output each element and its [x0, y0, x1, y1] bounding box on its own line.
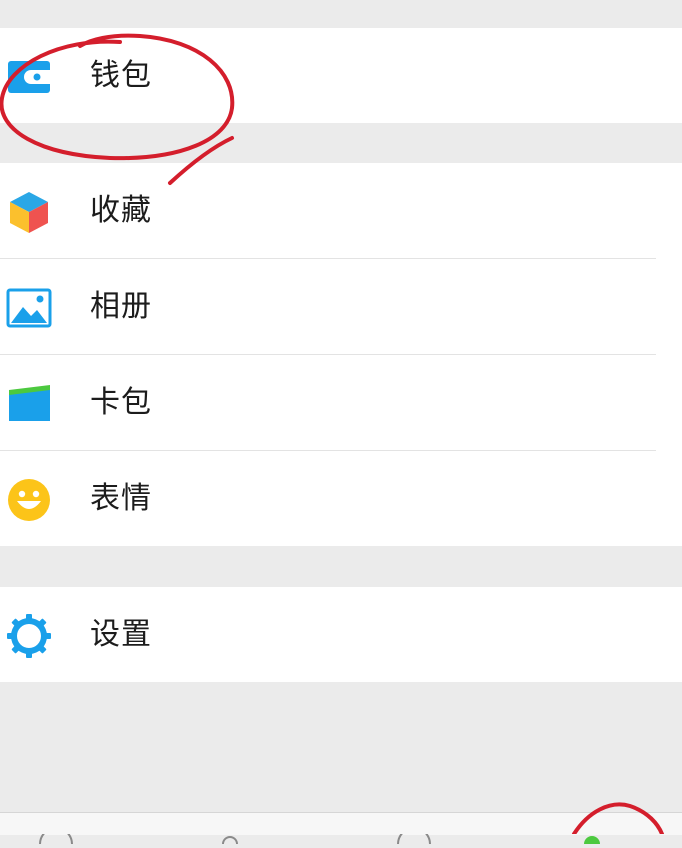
wallet-icon	[6, 54, 52, 100]
menu-item-album[interactable]: 相册	[0, 259, 682, 354]
tab-contacts-icon[interactable]	[220, 829, 240, 848]
features-group: 收藏 相册 卡包 表情	[0, 163, 682, 546]
menu-item-label: 设置	[90, 617, 152, 652]
tab-me-icon[interactable]	[582, 829, 602, 848]
card-wallet-icon	[6, 381, 52, 427]
menu-item-label: 相册	[90, 289, 152, 324]
emoji-smile-icon	[6, 477, 52, 523]
menu-item-emoji[interactable]: 表情	[0, 451, 682, 546]
menu-item-label: 钱包	[90, 58, 152, 93]
album-picture-icon	[6, 285, 52, 331]
tab-discover-icon[interactable]	[396, 827, 432, 848]
menu-item-settings[interactable]: 设置	[0, 587, 682, 682]
bottom-tab-bar	[0, 812, 682, 845]
menu-item-label: 表情	[90, 481, 152, 516]
tab-chats-icon[interactable]	[38, 827, 74, 848]
gear-icon	[6, 613, 52, 659]
menu-item-card-wallet[interactable]: 卡包	[0, 355, 682, 450]
favorites-cube-icon	[6, 189, 52, 235]
menu-item-label: 卡包	[90, 385, 152, 420]
menu-item-wallet[interactable]: 钱包	[0, 28, 682, 123]
settings-group: 设置	[0, 587, 682, 682]
menu-item-label: 收藏	[90, 193, 152, 228]
menu-item-favorites[interactable]: 收藏	[0, 163, 682, 258]
me-page: 钱包 收藏 相册 卡包 表情 设置	[0, 0, 682, 845]
wallet-group: 钱包	[0, 28, 682, 123]
